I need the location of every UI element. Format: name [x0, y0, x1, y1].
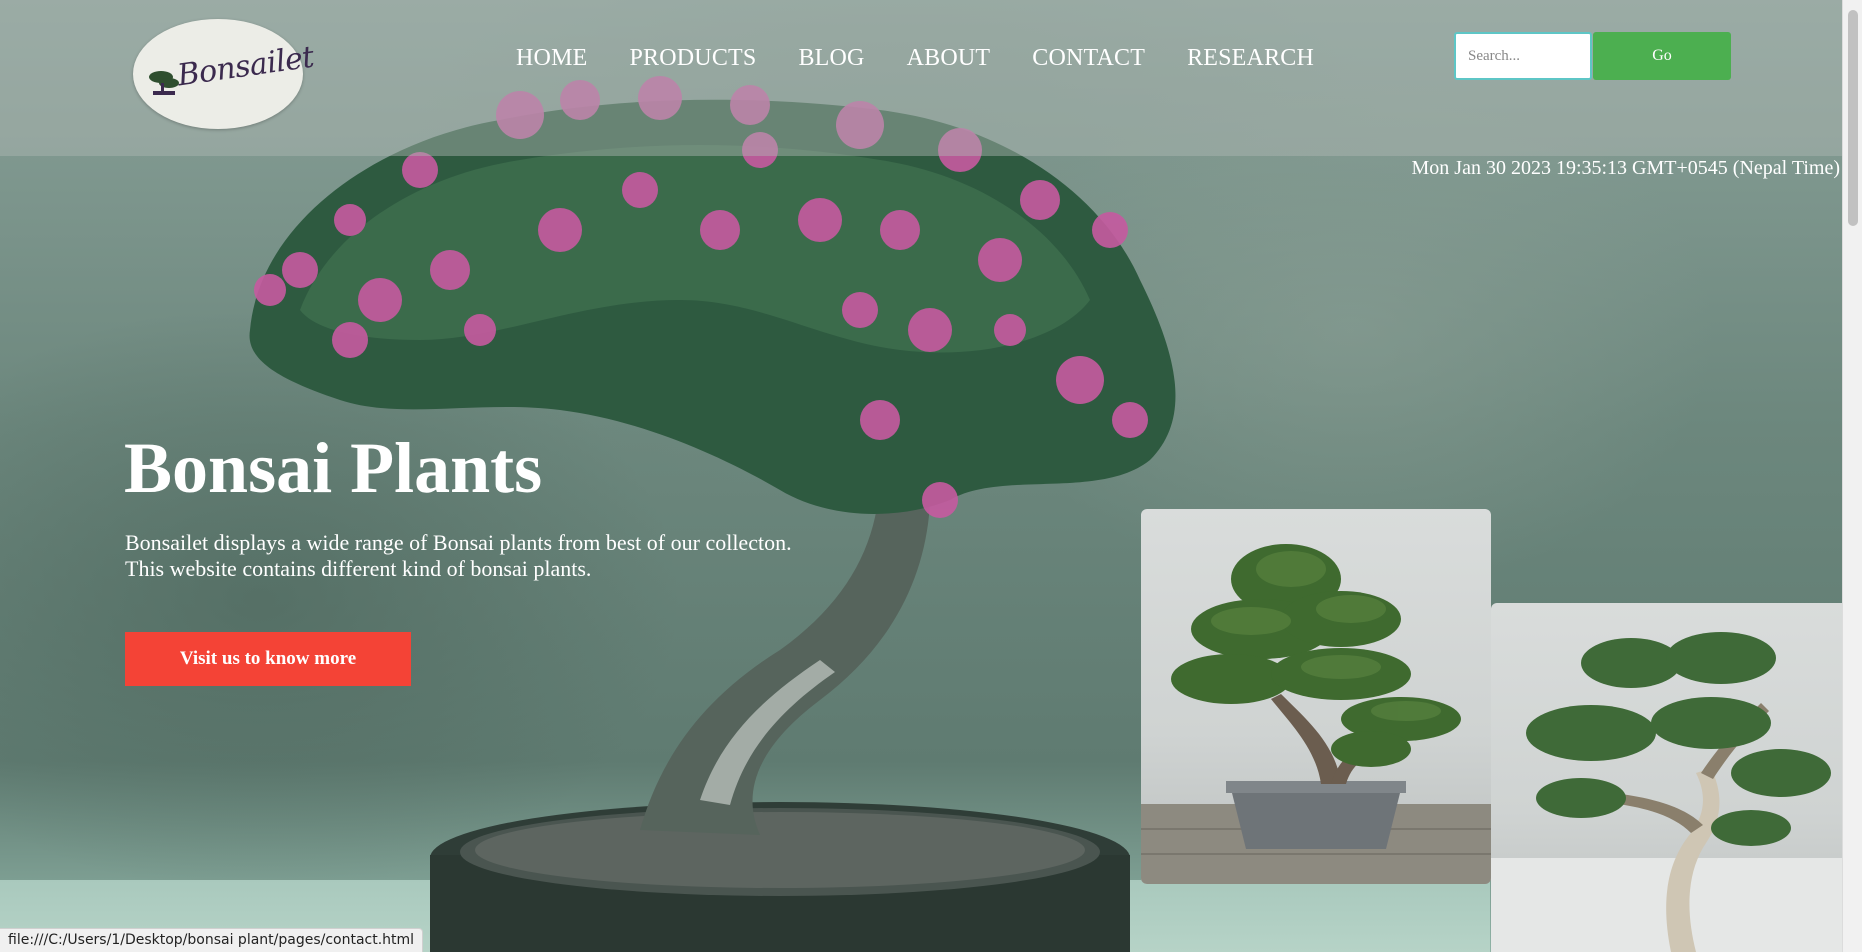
logo[interactable]: Bonsailet: [133, 19, 316, 129]
search-go-button[interactable]: Go: [1593, 32, 1731, 80]
hero-description-line-2: This website contains different kind of …: [125, 556, 592, 581]
nav-link-blog[interactable]: BLOG: [798, 45, 864, 72]
nav-link-contact[interactable]: CONTACT: [1032, 45, 1145, 72]
scrollbar-thumb[interactable]: [1848, 10, 1858, 226]
browser-status-bar: file:///C:/Users/1/Desktop/bonsai plant/…: [0, 928, 424, 952]
bonsai-thumbnail-pine[interactable]: [1491, 603, 1842, 952]
visit-us-button[interactable]: Visit us to know more: [125, 632, 411, 686]
bonsai-thumbnail-juniper[interactable]: [1141, 509, 1491, 884]
hero-description-line-1: Bonsailet displays a wide range of Bonsa…: [125, 530, 792, 555]
search-input[interactable]: [1454, 32, 1592, 80]
hero-description: Bonsailet displays a wide range of Bonsa…: [125, 530, 845, 582]
logo-text: Bonsailet: [175, 39, 316, 94]
pine-bonsai-image: [1491, 632, 1842, 952]
current-datetime: Mon Jan 30 2023 19:35:13 GMT+0545 (Nepal…: [1411, 157, 1841, 179]
main-nav: HOME PRODUCTS BLOG ABOUT CONTACT RESEARC…: [516, 45, 1314, 72]
hero-title: Bonsai Plants: [124, 428, 543, 508]
juniper-bonsai-image: [1141, 544, 1491, 884]
page-scrollbar[interactable]: [1842, 0, 1862, 952]
nav-link-about[interactable]: ABOUT: [907, 45, 991, 72]
nav-link-products[interactable]: PRODUCTS: [629, 45, 756, 72]
nav-link-research[interactable]: RESEARCH: [1187, 45, 1314, 72]
nav-link-home[interactable]: HOME: [516, 45, 587, 72]
